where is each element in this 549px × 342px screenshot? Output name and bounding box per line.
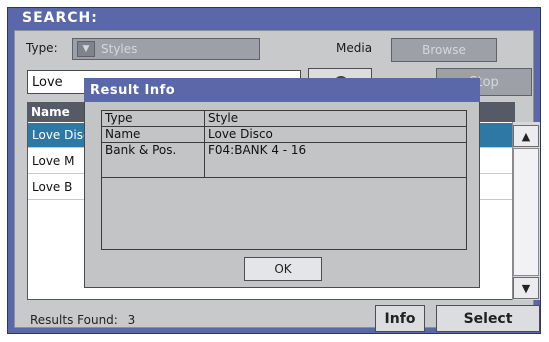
window-title: SEARCH: — [22, 10, 98, 26]
scrollbar-thumb[interactable] — [513, 148, 539, 276]
info-row-bank: Bank & Pos. F04:BANK 4 - 16 — [101, 142, 467, 178]
info-key: Name — [101, 126, 205, 143]
type-dropdown[interactable]: ▼ Styles — [72, 38, 260, 60]
results-found-label: Results Found: 3 — [30, 313, 135, 327]
scroll-up-button[interactable]: ▲ — [513, 125, 539, 147]
chevron-up-icon: ▲ — [521, 129, 531, 143]
info-row-name: Name Love Disco — [101, 126, 467, 143]
chevron-down-icon: ▼ — [521, 281, 531, 295]
media-label: Media — [336, 41, 373, 55]
info-row-type: Type Style — [101, 110, 467, 127]
info-button[interactable]: Info — [375, 305, 425, 332]
info-value: F04:BANK 4 - 16 — [204, 142, 467, 178]
select-button[interactable]: Select — [436, 305, 540, 332]
browse-button[interactable]: Browse — [391, 38, 497, 62]
info-key: Bank & Pos. — [101, 142, 205, 178]
dialog-title: Result Info — [84, 78, 480, 102]
results-found-text: Results Found: — [30, 313, 118, 327]
info-value: Love Disco — [204, 126, 467, 143]
results-found-count: 3 — [127, 313, 136, 327]
type-value: Styles — [101, 42, 138, 56]
chevron-down-icon: ▼ — [77, 41, 95, 57]
info-value: Style — [204, 110, 467, 127]
ok-button[interactable]: OK — [244, 257, 322, 281]
scroll-down-button[interactable]: ▼ — [513, 277, 539, 299]
result-info-table: Type Style Name Love Disco Bank & Pos. F… — [101, 110, 467, 178]
info-key: Type — [101, 110, 205, 127]
type-label: Type: — [26, 41, 58, 55]
